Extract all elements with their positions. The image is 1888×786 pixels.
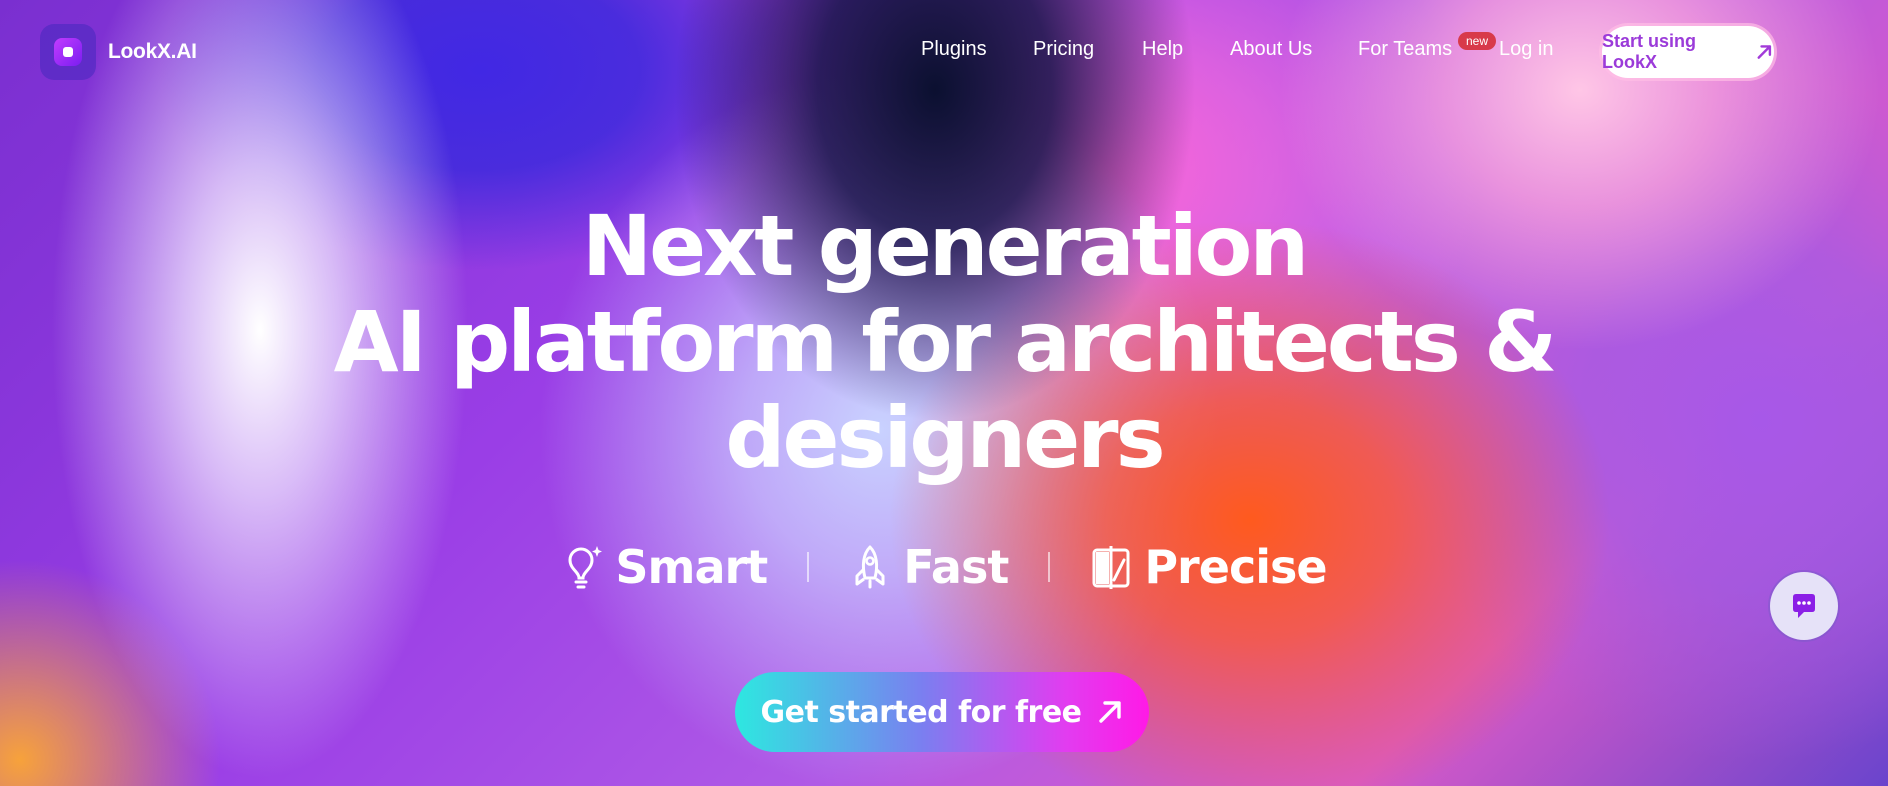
headline-line-1: Next generation: [581, 197, 1309, 295]
start-using-label: Start using LookX: [1602, 31, 1697, 72]
nav-pricing[interactable]: Pricing: [1033, 38, 1094, 61]
brand-name: LookX.AI: [108, 40, 197, 63]
start-using-button[interactable]: Start using LookX: [1602, 26, 1774, 78]
arrow-up-right-icon: [1757, 45, 1772, 59]
logo-icon: [40, 24, 96, 80]
headline-line-3: designers: [725, 389, 1165, 487]
arrow-up-right-icon: [1098, 701, 1121, 723]
nav-plugins[interactable]: Plugins: [921, 38, 987, 61]
feature-smart: Smart: [561, 540, 768, 594]
feature-fast-label: Fast: [903, 540, 1009, 594]
headline-line-2: AI platform for architects &: [333, 293, 1558, 391]
feature-precise-label: Precise: [1144, 540, 1327, 594]
compare-icon: [1092, 546, 1130, 589]
rocket-icon: [855, 545, 885, 589]
get-started-label: Get started for free: [760, 694, 1082, 730]
chat-icon: [1793, 594, 1815, 618]
nav-for-teams[interactable]: For Teams: [1358, 38, 1452, 61]
feature-divider: [1048, 552, 1051, 582]
feature-fast: Fast: [849, 540, 1009, 594]
get-started-button[interactable]: Get started for free: [735, 672, 1149, 752]
feature-divider: [807, 552, 810, 582]
logo[interactable]: LookX.AI: [40, 24, 197, 80]
nav-help[interactable]: Help: [1142, 38, 1183, 61]
nav-about-us[interactable]: About Us: [1230, 38, 1312, 61]
feature-precise: Precise: [1090, 540, 1328, 594]
new-badge: new: [1458, 32, 1497, 50]
feature-list: Smart Fast Precise: [0, 540, 1888, 594]
nav-login[interactable]: Log in: [1499, 38, 1554, 61]
lightbulb-icon: [568, 546, 603, 589]
chat-button[interactable]: [1770, 572, 1838, 640]
feature-smart-label: Smart: [615, 540, 768, 594]
hero-headline: Next generation AI platform for architec…: [0, 198, 1888, 486]
